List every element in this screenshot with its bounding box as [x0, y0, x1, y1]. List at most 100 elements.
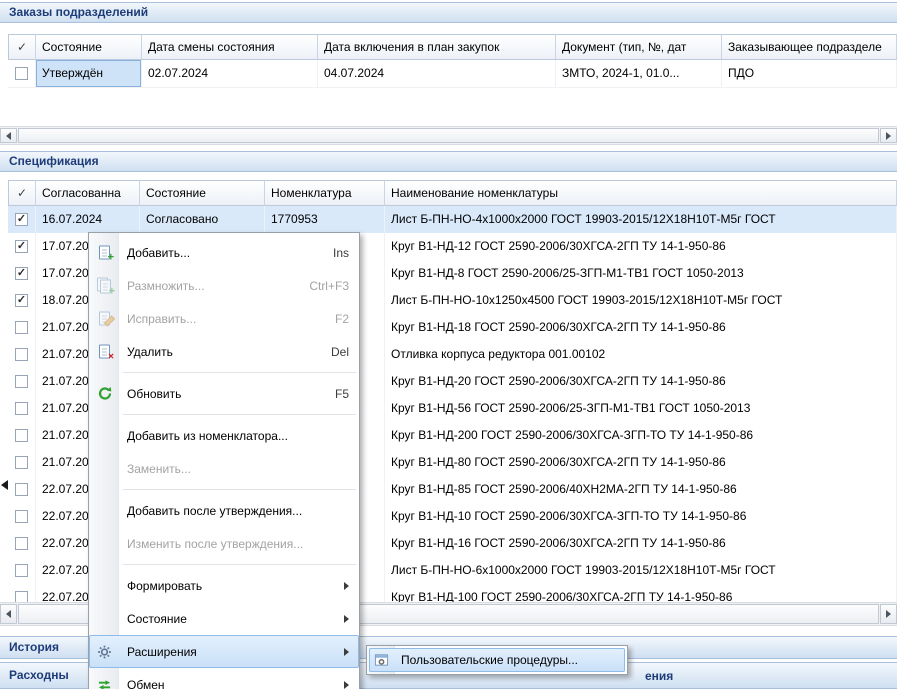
edit-document-icon: [95, 309, 114, 328]
menu-item-replace[interactable]: Заменить...: [89, 452, 359, 485]
column-header[interactable]: Дата включения в план закупок: [318, 34, 556, 60]
scroll-right-button[interactable]: [880, 604, 897, 624]
menu-item-label: Состояние: [127, 612, 187, 626]
scroll-right-button[interactable]: [880, 128, 897, 143]
submenu-arrow-icon: [344, 681, 349, 689]
row-checkbox[interactable]: [15, 348, 28, 361]
scroll-left-button[interactable]: [0, 604, 17, 624]
menu-item-add-after-approval[interactable]: Добавить после утверждения...: [89, 494, 359, 527]
column-header[interactable]: Состояние: [140, 180, 265, 206]
column-header[interactable]: Номенклатура: [265, 180, 385, 206]
row-checkbox[interactable]: [15, 67, 28, 80]
select-all-column-header[interactable]: ✓: [8, 180, 36, 206]
scrollbar-thumb[interactable]: [18, 128, 879, 143]
row-checkbox[interactable]: [15, 537, 28, 550]
menu-item-duplicate[interactable]: +Размножить...Ctrl+F3: [89, 269, 359, 302]
column-header[interactable]: Дата смены состояния: [142, 34, 318, 60]
menu-item-form[interactable]: Формировать: [89, 569, 359, 602]
history-panel-title: История: [9, 640, 59, 654]
orders-table-body: Утверждён02.07.202404.07.2024ЗМТО, 2024-…: [8, 60, 897, 116]
column-header[interactable]: Документ (тип, №, дат: [556, 34, 722, 60]
scroll-left-button[interactable]: [0, 128, 17, 143]
submenu-arrow-icon: [344, 648, 349, 656]
row-checkbox[interactable]: [15, 456, 28, 469]
column-header[interactable]: Согласованна: [36, 180, 140, 206]
row-checkbox[interactable]: [15, 510, 28, 523]
checkbox-cell: [8, 422, 36, 449]
menu-item-add[interactable]: +Добавить...Ins: [89, 236, 359, 269]
cell: Круг В1-НД-12 ГОСТ 2590-2006/30ХГСА-2ГП …: [385, 233, 897, 260]
cell: 02.07.2024: [142, 60, 318, 87]
cell: Круг В1-НД-10 ГОСТ 2590-2006/30ХГСА-ЗГП-…: [385, 503, 897, 530]
extensions-submenu: Пользовательские процедуры...: [366, 645, 628, 675]
orders-panel-title: Заказы подразделений: [9, 5, 148, 19]
checkbox-cell: ✓: [8, 233, 36, 260]
cell: Утверждён: [36, 60, 142, 87]
spec-panel-title: Спецификация: [9, 154, 99, 168]
menu-item-exchange[interactable]: Обмен: [89, 668, 359, 689]
splitter-arrow-icon[interactable]: [1, 480, 8, 490]
row-checkbox[interactable]: [15, 375, 28, 388]
row-checkbox[interactable]: ✓: [15, 213, 28, 226]
row-checkbox[interactable]: [15, 564, 28, 577]
menu-item-label: Добавить из номенклатора...: [127, 429, 288, 443]
spec-panel-header: Спецификация: [0, 151, 897, 172]
row-checkbox[interactable]: [15, 591, 28, 602]
cell: 1770953: [265, 206, 385, 233]
menu-item-edit[interactable]: Исправить...F2: [89, 302, 359, 335]
checkbox-cell: ✓: [8, 287, 36, 314]
table-row[interactable]: ✓16.07.2024Согласовано1770953Лист Б-ПН-Н…: [8, 206, 897, 233]
cell: Согласовано: [140, 206, 265, 233]
checkbox-cell: [8, 530, 36, 557]
copy-document-icon: +: [95, 276, 114, 295]
menu-item-label: Пользовательские процедуры...: [401, 653, 578, 667]
cell: Круг В1-НД-100 ГОСТ 2590-2006/30ХГСА-2ГП…: [385, 584, 897, 602]
expense-panel-title: Расходны: [9, 668, 69, 682]
row-checkbox[interactable]: ✓: [15, 267, 28, 280]
extensions-icon: [95, 642, 114, 661]
row-checkbox[interactable]: [15, 321, 28, 334]
checkbox-cell: [8, 314, 36, 341]
menu-item-edit-after-approval[interactable]: Изменить после утверждения...: [89, 527, 359, 560]
menu-item-label: Удалить: [127, 345, 173, 359]
row-checkbox[interactable]: ✓: [15, 294, 28, 307]
column-header[interactable]: Состояние: [36, 34, 142, 60]
checkbox-cell: [8, 341, 36, 368]
menu-item-delete[interactable]: ×УдалитьDel: [89, 335, 359, 368]
user-procedures-icon: [372, 651, 391, 670]
column-header[interactable]: Наименование номенклатуры: [385, 180, 897, 206]
cell: Круг В1-НД-56 ГОСТ 2590-2006/25-ЗГП-М1-Т…: [385, 395, 897, 422]
column-header[interactable]: Заказывающее подразделе: [722, 34, 897, 60]
orders-panel-header: Заказы подразделений: [0, 2, 897, 23]
menu-item-state[interactable]: Состояние: [89, 602, 359, 635]
row-checkbox[interactable]: [15, 429, 28, 442]
row-checkbox[interactable]: [15, 483, 28, 496]
cell: 04.07.2024: [318, 60, 556, 87]
row-checkbox[interactable]: [15, 402, 28, 415]
row-checkbox[interactable]: ✓: [15, 240, 28, 253]
scroll-left-icon: [6, 132, 11, 140]
menu-separator: [89, 368, 359, 377]
cell: Круг В1-НД-200 ГОСТ 2590-2006/30ХГСА-ЗГП…: [385, 422, 897, 449]
select-all-column-header[interactable]: ✓: [8, 34, 36, 60]
menu-item-user-procedures[interactable]: Пользовательские процедуры...: [369, 648, 625, 672]
refresh-icon: [95, 384, 114, 403]
checkbox-cell: [8, 557, 36, 584]
scroll-left-icon: [6, 610, 11, 618]
checkbox-cell: [8, 60, 36, 87]
orders-hscrollbar[interactable]: [0, 126, 897, 145]
menu-item-label: Обновить: [127, 387, 181, 401]
menu-separator: [89, 410, 359, 419]
menu-item-refresh[interactable]: ОбновитьF5: [89, 377, 359, 410]
menu-separator: [89, 560, 359, 569]
table-row[interactable]: Утверждён02.07.202404.07.2024ЗМТО, 2024-…: [8, 60, 897, 88]
menu-item-extensions[interactable]: Расширения: [89, 635, 359, 668]
orders-table-header: ✓СостояниеДата смены состоянияДата включ…: [8, 34, 897, 60]
menu-item-label: Обмен: [127, 678, 165, 689]
menu-item-add-from-nomenclator[interactable]: Добавить из номенклатора...: [89, 419, 359, 452]
checkbox-cell: [8, 584, 36, 602]
checkbox-cell: [8, 503, 36, 530]
checkbox-cell: [8, 476, 36, 503]
cell: ПДО: [722, 60, 897, 87]
checkbox-cell: [8, 449, 36, 476]
